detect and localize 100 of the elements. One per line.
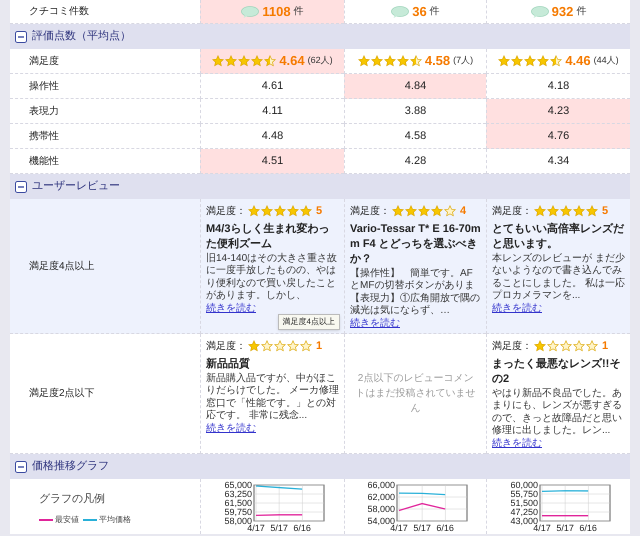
rating-label: 満足度： xyxy=(206,340,246,354)
star-icon xyxy=(212,55,224,67)
star-icon xyxy=(248,205,260,218)
star-icon xyxy=(248,340,260,352)
score-cell: 4.51 xyxy=(200,149,344,174)
satisfaction-score: 4.58 xyxy=(424,52,450,70)
count-unit: 件 xyxy=(576,5,586,19)
speech-bubble-icon xyxy=(530,6,549,18)
review-text: 本レンズのレビューが まだ少ないようなので書き込んでみることにしました。 私は一応プロカメラマンを... 続きを読む xyxy=(492,252,625,315)
score-cell: 4.48 xyxy=(200,124,344,149)
star-icon xyxy=(547,340,559,352)
score-cell: 4.58 xyxy=(344,124,486,149)
star-icon xyxy=(396,55,409,67)
star-icon xyxy=(300,205,312,218)
y-tick-label: 54,000 xyxy=(366,516,394,526)
count-unit: 件 xyxy=(430,5,440,19)
star-icon xyxy=(274,340,286,352)
satisfaction-score: 4.46 xyxy=(565,52,591,70)
x-tick-label: 6/16 xyxy=(436,523,454,533)
star-icon xyxy=(586,340,598,352)
review-title: Vario-Tessar T* E 16-70mm F4 とどっちを選ぶべきか？ xyxy=(350,222,481,266)
review-text: やはり新品不良品でした。あまりにも、レンズが悪すぎるので、きっと故障品だと思い修理に出しました。レン... 続きを読む xyxy=(492,388,623,450)
y-tick-label: 51,500 xyxy=(510,498,538,508)
satisfaction-score: 4.64 xyxy=(279,52,305,70)
star-icon xyxy=(410,55,422,67)
x-tick-label: 5/17 xyxy=(270,523,288,533)
review-score: 1 xyxy=(602,339,608,354)
review-text: 【操作性】 簡単です。AFとMFの切替ボタンがありま【表現力】①広角開放で隅の減光は気にならず、… 続きを読む xyxy=(350,268,481,330)
score-cell: 4.76 xyxy=(486,124,630,149)
y-tick-label: 63,250 xyxy=(224,489,252,499)
review-text: 旧14-140はその大きさ重さ故に一度手放したものの、やはり便利なので買い戻したことがあります。しかし、 続きを読む xyxy=(206,252,338,315)
star-icon xyxy=(261,205,273,218)
star-icon xyxy=(370,55,383,67)
review-score: 1 xyxy=(316,339,322,354)
rating-label: 満足度： xyxy=(350,204,390,219)
read-more-link[interactable]: 続きを読む xyxy=(350,318,400,328)
y-tick-label: 43,000 xyxy=(510,516,538,526)
y-tick-label: 61,500 xyxy=(224,498,252,508)
x-tick-label: 5/17 xyxy=(556,523,574,533)
row-label-cell: 満足度4点以上 xyxy=(10,199,200,334)
collapse-icon[interactable] xyxy=(15,460,27,472)
legend-label: 平均価格 xyxy=(99,514,131,526)
legend-title: グラフの凡例 xyxy=(39,492,106,507)
rating-label: 満足度： xyxy=(492,340,532,354)
read-more-link[interactable]: 続きを読む xyxy=(492,302,542,314)
y-tick-label: 65,000 xyxy=(224,480,252,490)
read-more-link[interactable]: 続きを読む xyxy=(206,302,256,314)
count-unit: 件 xyxy=(294,5,304,19)
x-tick-label: 6/16 xyxy=(292,523,310,533)
star-icon xyxy=(534,205,546,218)
x-tick-label: 4/17 xyxy=(246,523,264,533)
score-cell: 4.61 xyxy=(200,74,344,99)
collapse-icon[interactable] xyxy=(15,180,27,192)
star-icon xyxy=(524,55,536,67)
read-more-link[interactable]: 続きを読む xyxy=(492,438,542,448)
reviewer-count: (7人) xyxy=(453,54,474,68)
reviewer-count: (62人) xyxy=(308,54,333,68)
y-tick-label: 47,250 xyxy=(510,507,538,517)
star-icon xyxy=(405,205,417,218)
review-score: 4 xyxy=(460,204,466,219)
star-icon xyxy=(287,340,299,352)
section-title: 評価点数（平均点） xyxy=(32,28,131,44)
score-cell: 3.88 xyxy=(344,99,486,124)
x-tick-label: 5/17 xyxy=(412,523,430,533)
review-title: とてもいい高倍率レンズだと思います。 xyxy=(492,222,625,252)
collapse-icon[interactable] xyxy=(15,30,27,42)
legend-label: 最安値 xyxy=(55,514,79,526)
star-icon xyxy=(392,205,404,218)
review-title: まったく最悪なレンズ!!その2 xyxy=(492,356,622,386)
score-cell: 4.11 xyxy=(200,99,344,124)
rating-label: 満足度： xyxy=(206,204,246,219)
star-icon xyxy=(261,340,273,352)
star-icon xyxy=(537,55,550,67)
score-cell: 4.28 xyxy=(344,149,486,174)
score-cell: 4.23 xyxy=(486,99,630,124)
star-icon xyxy=(547,205,559,218)
x-tick-label: 4/17 xyxy=(532,523,550,533)
speech-bubble-icon xyxy=(241,6,260,18)
review-title: M4/3らしく生まれ変わった便利ズーム xyxy=(206,222,330,252)
star-icon xyxy=(274,205,286,218)
score-cell: 4.84 xyxy=(344,74,486,99)
y-tick-label: 66,000 xyxy=(366,480,394,490)
review-score: 5 xyxy=(602,204,608,219)
star-icon xyxy=(251,55,264,67)
section-title: 価格推移グラフ xyxy=(32,459,109,474)
review-title: 新品品質 xyxy=(206,356,251,372)
star-icon xyxy=(358,55,370,67)
tooltip: 満足度4点以上 xyxy=(278,314,340,330)
empty-message: 2点以下のレビューコメントはまだ投稿されていません xyxy=(354,372,476,416)
star-icon xyxy=(550,55,562,67)
star-icon xyxy=(384,55,396,67)
review-count: 1108 xyxy=(262,2,291,21)
star-icon xyxy=(586,205,598,218)
star-icon xyxy=(287,205,299,218)
read-more-link[interactable]: 続きを読む xyxy=(206,422,256,434)
section-title: ユーザーレビュー xyxy=(32,179,120,194)
score-cell: 4.34 xyxy=(486,149,630,174)
star-icon xyxy=(560,205,572,218)
star-icon xyxy=(534,340,546,352)
star-icon xyxy=(238,55,250,67)
